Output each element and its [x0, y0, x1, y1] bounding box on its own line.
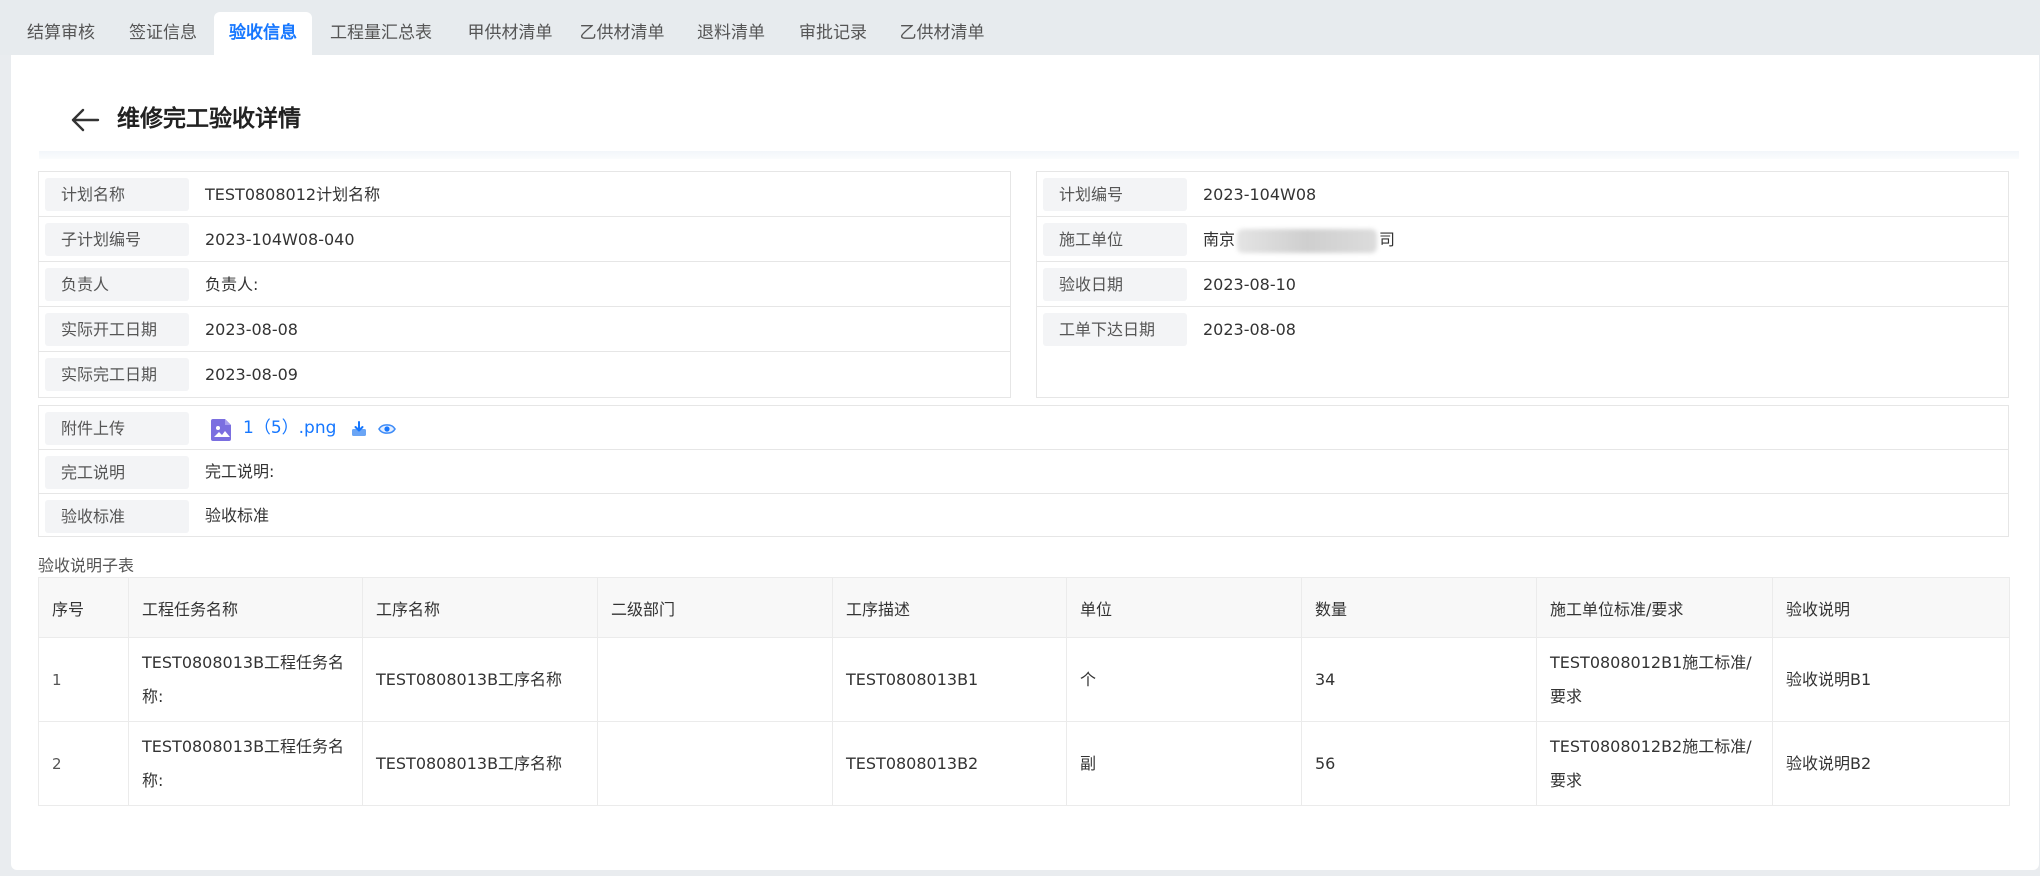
- title-divider: [39, 151, 2019, 159]
- tab-acceptance-info[interactable]: 验收信息: [214, 12, 312, 55]
- info-panel-full: 附件上传 1（5）.png 完工说明 完工说明: 验收标准 验收标准: [38, 405, 2009, 537]
- attachment-value: 1（5）.png: [211, 406, 397, 450]
- acceptance-standard-value: 验收标准: [205, 506, 270, 525]
- info-row: 验收日期 2023-08-10: [1037, 262, 2008, 307]
- info-row: 计划编号 2023-104W08: [1037, 172, 2008, 217]
- table-cell-department: [597, 721, 833, 806]
- tab-quantity-summary[interactable]: 工程量汇总表: [318, 12, 444, 55]
- actual-completion-date-value: 2023-08-09: [205, 365, 298, 384]
- tab-bar: 结算审核 签证信息 验收信息 工程量汇总表 甲供材清单 乙供材清单 退料清单 审…: [0, 0, 2040, 55]
- table-row: 1 TEST0808013B工程任务名称: TEST0808013B工序名称 T…: [38, 637, 2010, 722]
- info-row: 完工说明 完工说明:: [39, 450, 2008, 494]
- column-header-process-description: 工序描述: [832, 577, 1067, 638]
- table-cell-unit: 个: [1066, 637, 1302, 722]
- actual-start-date-label: 实际开工日期: [45, 313, 189, 346]
- info-row: 施工单位 南京 司: [1037, 217, 2008, 262]
- completion-note-value: 完工说明:: [205, 462, 275, 481]
- attachment-label: 附件上传: [45, 412, 189, 445]
- work-order-date-label: 工单下达日期: [1043, 313, 1187, 346]
- acceptance-date-label: 验收日期: [1043, 268, 1187, 301]
- info-row: 验收标准 验收标准: [39, 494, 2008, 537]
- plan-name-value: TEST0808012计划名称: [205, 185, 381, 204]
- table-cell-acceptance-note: 验收说明B2: [1772, 721, 2010, 806]
- work-order-date-value: 2023-08-08: [1203, 320, 1296, 339]
- table-cell-process-description: TEST0808013B1: [832, 637, 1067, 722]
- tab-contractor-supplied-materials-2[interactable]: 乙供材清单: [892, 12, 992, 55]
- acceptance-date-value: 2023-08-10: [1203, 275, 1296, 294]
- column-header-index: 序号: [38, 577, 129, 638]
- table-cell-construction-standard: TEST0808012B2施工标准/要求: [1536, 721, 1773, 806]
- attachment-file-link[interactable]: 1（5）.png: [243, 418, 336, 438]
- table-cell-process-description: TEST0808013B2: [832, 721, 1067, 806]
- info-row: 负责人 负责人:: [39, 262, 1010, 307]
- plan-name-label: 计划名称: [45, 178, 189, 211]
- construction-unit-label: 施工单位: [1043, 223, 1187, 256]
- actual-start-date-value: 2023-08-08: [205, 320, 298, 339]
- info-panel-left: 计划名称 TEST0808012计划名称 子计划编号 2023-104W08-0…: [38, 171, 1011, 398]
- acceptance-standard-label: 验收标准: [45, 500, 189, 533]
- column-header-construction-standard: 施工单位标准/要求: [1536, 577, 1773, 638]
- table-cell-process-name: TEST0808013B工序名称: [362, 721, 598, 806]
- table-cell-index: 1: [38, 637, 129, 722]
- info-row: 计划名称 TEST0808012计划名称: [39, 172, 1010, 217]
- column-header-unit: 单位: [1066, 577, 1302, 638]
- info-row: 工单下达日期 2023-08-08: [1037, 307, 2008, 352]
- table-cell-construction-standard: TEST0808012B1施工标准/要求: [1536, 637, 1773, 722]
- plan-number-value: 2023-104W08: [1203, 185, 1317, 204]
- table-cell-department: [597, 637, 833, 722]
- info-row: 实际完工日期 2023-08-09: [39, 352, 1010, 397]
- redacted-mask: [1237, 228, 1378, 253]
- info-row: 子计划编号 2023-104W08-040: [39, 217, 1010, 262]
- tab-settlement-review[interactable]: 结算审核: [12, 12, 110, 55]
- actual-completion-date-label: 实际完工日期: [45, 358, 189, 391]
- construction-unit-prefix: 南京: [1203, 230, 1236, 249]
- person-in-charge-value: 负责人:: [205, 275, 259, 294]
- tab-contractor-supplied-materials[interactable]: 乙供材清单: [572, 12, 672, 55]
- info-panel-right: 计划编号 2023-104W08 施工单位 南京 司 验收日期 2023-08-1…: [1036, 171, 2009, 398]
- tab-owner-supplied-materials[interactable]: 甲供材清单: [454, 12, 566, 55]
- table-cell-process-name: TEST0808013B工序名称: [362, 637, 598, 722]
- construction-unit-value: 南京 司: [1203, 217, 1395, 262]
- info-row: 实际开工日期 2023-08-08: [39, 307, 1010, 352]
- column-header-department: 二级部门: [597, 577, 833, 638]
- table-cell-quantity: 56: [1301, 721, 1537, 806]
- column-header-task-name: 工程任务名称: [128, 577, 363, 638]
- info-row: 附件上传 1（5）.png: [39, 406, 2008, 450]
- tab-visa-info[interactable]: 签证信息: [114, 12, 212, 55]
- download-icon[interactable]: [350, 420, 368, 438]
- column-header-process-name: 工序名称: [362, 577, 598, 638]
- table-cell-unit: 副: [1066, 721, 1302, 806]
- arrow-left-icon[interactable]: [68, 103, 102, 137]
- subtable-title: 验收说明子表: [38, 556, 135, 575]
- table-row: 2 TEST0808013B工程任务名称: TEST0808013B工序名称 T…: [38, 721, 2010, 806]
- table-cell-task-name: TEST0808013B工程任务名称:: [128, 721, 363, 806]
- plan-number-label: 计划编号: [1043, 178, 1187, 211]
- acceptance-subtable: 序号 工程任务名称 工序名称 二级部门 工序描述 单位 数量 施工单位标准/要求…: [38, 577, 2010, 806]
- tab-approval-records[interactable]: 审批记录: [790, 12, 876, 55]
- person-in-charge-label: 负责人: [45, 268, 189, 301]
- subplan-number-label: 子计划编号: [45, 223, 189, 256]
- subplan-number-value: 2023-104W08-040: [205, 230, 355, 249]
- completion-note-label: 完工说明: [45, 456, 189, 489]
- page-title: 维修完工验收详情: [117, 106, 301, 132]
- tab-return-materials[interactable]: 退料清单: [688, 12, 774, 55]
- table-cell-index: 2: [38, 721, 129, 806]
- table-cell-task-name: TEST0808013B工程任务名称:: [128, 637, 363, 722]
- eye-icon[interactable]: [378, 420, 397, 438]
- table-cell-acceptance-note: 验收说明B1: [1772, 637, 2010, 722]
- construction-unit-suffix: 司: [1379, 230, 1396, 249]
- image-file-icon: [211, 418, 231, 441]
- column-header-acceptance-note: 验收说明: [1772, 577, 2010, 638]
- table-cell-quantity: 34: [1301, 637, 1537, 722]
- table-header-row: 序号 工程任务名称 工序名称 二级部门 工序描述 单位 数量 施工单位标准/要求…: [38, 577, 2010, 638]
- column-header-quantity: 数量: [1301, 577, 1537, 638]
